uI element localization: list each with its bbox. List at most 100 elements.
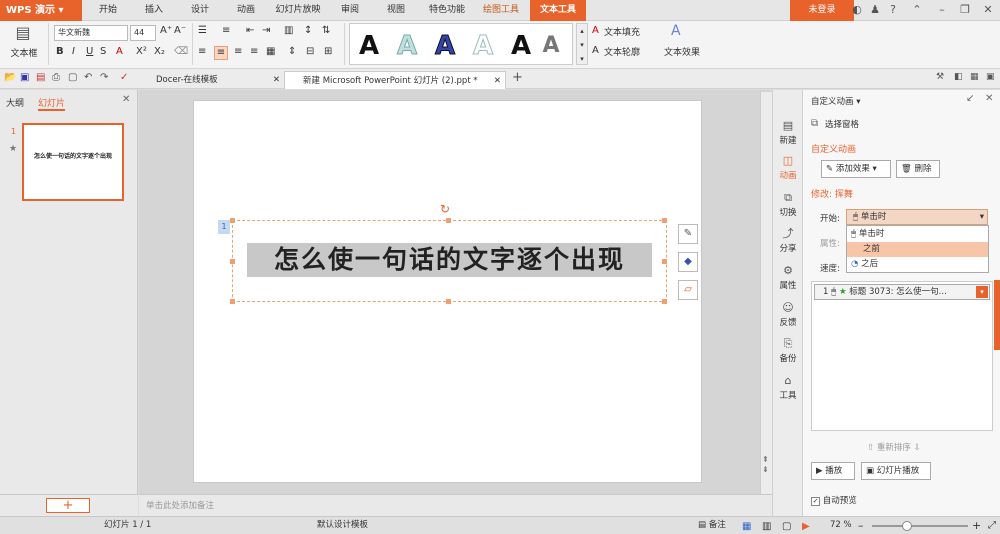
edit-shape-icon[interactable]: ✎: [678, 224, 698, 244]
resize-handle[interactable]: [446, 218, 451, 223]
indent-icon[interactable]: ⇤: [246, 25, 254, 36]
vertical-scrollbar[interactable]: [760, 92, 772, 494]
italic-icon[interactable]: I: [72, 46, 75, 57]
sorter-view-icon[interactable]: ▥: [762, 518, 771, 534]
slide-title-text[interactable]: 怎么使一句话的文字逐个出现: [247, 242, 652, 278]
columns-icon[interactable]: ▥: [284, 25, 293, 36]
skin-icon[interactable]: ◐: [850, 3, 864, 17]
close-icon[interactable]: ✕: [494, 72, 501, 90]
pdf-icon[interactable]: ▤: [36, 72, 45, 83]
sidebar-new[interactable]: ▤ 新建: [773, 118, 803, 152]
start-option-click[interactable]: 🖱 单击时: [847, 227, 988, 242]
wordart-style-4[interactable]: A: [466, 28, 500, 64]
tool-icon[interactable]: ▣: [986, 72, 995, 82]
sidebar-animation[interactable]: ◫ 动画: [773, 153, 803, 187]
resize-handle[interactable]: [662, 299, 667, 304]
sidebar-share[interactable]: ⤴ 分享: [773, 226, 803, 260]
text-direction-icon[interactable]: ⇅: [322, 25, 330, 36]
zoom-slider-thumb[interactable]: [902, 521, 912, 531]
grow-font-icon[interactable]: A⁺: [160, 25, 172, 36]
distribute-icon[interactable]: ▦: [266, 46, 275, 57]
wordart-style-5[interactable]: A: [504, 28, 538, 64]
zoom-in-icon[interactable]: +: [972, 517, 981, 534]
wordart-style-2[interactable]: A: [390, 28, 424, 64]
delete-button[interactable]: 🗑 删除: [896, 160, 940, 178]
animation-order-badge[interactable]: 1: [218, 220, 230, 234]
sidebar-backup[interactable]: ⎘ 备份: [773, 336, 803, 370]
numbering-icon[interactable]: ≡: [222, 25, 230, 36]
close-icon[interactable]: ✕: [122, 94, 130, 105]
text-effect-icon[interactable]: A: [671, 23, 681, 39]
slideshow-view-icon[interactable]: ▶: [802, 518, 810, 534]
notes-area[interactable]: 单击此处添加备注: [139, 494, 772, 516]
menu-view[interactable]: 视图: [376, 0, 416, 21]
shrink-font-icon[interactable]: A⁻: [174, 25, 186, 36]
spacing-icon[interactable]: ⇕: [288, 46, 296, 57]
fill-icon[interactable]: ◆: [678, 252, 698, 272]
slideshow-button[interactable]: ▣ 幻灯片播放: [861, 462, 931, 480]
shirt-icon[interactable]: ♟: [868, 3, 882, 17]
print-icon[interactable]: ⎙: [52, 72, 60, 83]
align-right-icon[interactable]: ≡: [234, 46, 242, 57]
tool-icon[interactable]: ▦: [970, 72, 979, 82]
subscript-icon[interactable]: X₂: [154, 46, 165, 57]
close-icon[interactable]: ✕: [273, 71, 280, 89]
tab-slides[interactable]: 幻灯片: [38, 96, 66, 111]
zoom-out-icon[interactable]: –: [858, 517, 864, 534]
font-name-select[interactable]: 华文新魏: [54, 25, 128, 41]
menu-animation[interactable]: 动画: [226, 0, 266, 21]
tab-outline[interactable]: 大纲: [6, 96, 24, 109]
pane-splitter[interactable]: [994, 280, 1000, 350]
resize-handle[interactable]: [662, 259, 667, 264]
title-textbox[interactable]: 怎么使一句话的文字逐个出现 ↻: [230, 202, 667, 304]
ribbon-toggle-icon[interactable]: ⌃: [910, 3, 924, 17]
menu-home[interactable]: 开始: [88, 0, 128, 21]
text-effect-button[interactable]: 文本效果: [662, 44, 702, 62]
app-menu-button[interactable]: WPS 演示 ▾: [0, 0, 82, 21]
outline-icon[interactable]: ▱: [678, 280, 698, 300]
tab-docer[interactable]: Docer-在线模板 ✕: [138, 71, 284, 89]
new-tab-icon[interactable]: +: [512, 70, 523, 85]
chevron-down-icon[interactable]: ▾: [976, 286, 988, 298]
bullets-icon[interactable]: ☰: [198, 25, 207, 36]
menu-slideshow[interactable]: 幻灯片放映: [272, 0, 324, 21]
select-pane-link[interactable]: 选择窗格: [825, 118, 859, 130]
page-nav-icon[interactable]: ⇞ ⇟: [762, 455, 769, 475]
slide-thumbnail[interactable]: 怎么使一句话的文字逐个出现: [22, 123, 124, 201]
redo-icon[interactable]: ↷: [100, 72, 108, 83]
text-outline-icon[interactable]: A: [592, 45, 599, 56]
help-icon[interactable]: ?: [886, 3, 900, 17]
close-icon[interactable]: ✕: [981, 3, 995, 17]
menu-text-tools[interactable]: 文本工具: [530, 0, 586, 21]
fit-window-icon[interactable]: ⤢: [988, 517, 996, 534]
play-button[interactable]: ▶ 播放: [811, 462, 855, 480]
tool-icon[interactable]: ◧: [954, 72, 963, 82]
justify-icon[interactable]: ≡: [250, 46, 258, 57]
reading-view-icon[interactable]: ▢: [782, 518, 791, 534]
menu-features[interactable]: 特色功能: [422, 0, 472, 21]
resize-handle[interactable]: [230, 259, 235, 264]
wordart-style-1[interactable]: A: [352, 28, 386, 64]
align-left-icon[interactable]: ≡: [198, 46, 206, 57]
sidebar-tools[interactable]: ⌂ 工具: [773, 373, 803, 407]
start-select[interactable]: 🖱 单击时 ▾: [846, 209, 988, 225]
start-option-with-previous[interactable]: 之前: [847, 242, 988, 257]
bold-icon[interactable]: B: [56, 46, 64, 57]
text-outline-button[interactable]: 文本轮廓: [604, 44, 658, 62]
add-effect-button[interactable]: ✎ 添加效果 ▾: [821, 160, 891, 178]
animation-list-item[interactable]: 1 🖱 ★ 标题 3073: 怎么使一句... ▾: [814, 284, 990, 300]
login-button[interactable]: 未登录: [790, 0, 854, 21]
minimize-icon[interactable]: –: [935, 3, 949, 17]
gallery-scroll[interactable]: ▴ ▾ ▾: [576, 23, 588, 65]
menu-design[interactable]: 设计: [180, 0, 220, 21]
resize-handle[interactable]: [230, 299, 235, 304]
sidebar-feedback[interactable]: ☺ 反馈: [773, 300, 803, 334]
vertical-align-icon[interactable]: ⊟: [306, 46, 314, 57]
underline-icon[interactable]: U: [86, 46, 93, 57]
textbox-button[interactable]: 文本框: [4, 45, 44, 63]
undo-icon[interactable]: ↶: [84, 72, 92, 83]
font-size-select[interactable]: 44: [130, 25, 156, 41]
autopreview-checkbox[interactable]: ✓ 自动预览: [811, 494, 857, 506]
add-slide-button[interactable]: +: [46, 498, 90, 513]
zoom-level[interactable]: 72 %: [830, 517, 852, 534]
